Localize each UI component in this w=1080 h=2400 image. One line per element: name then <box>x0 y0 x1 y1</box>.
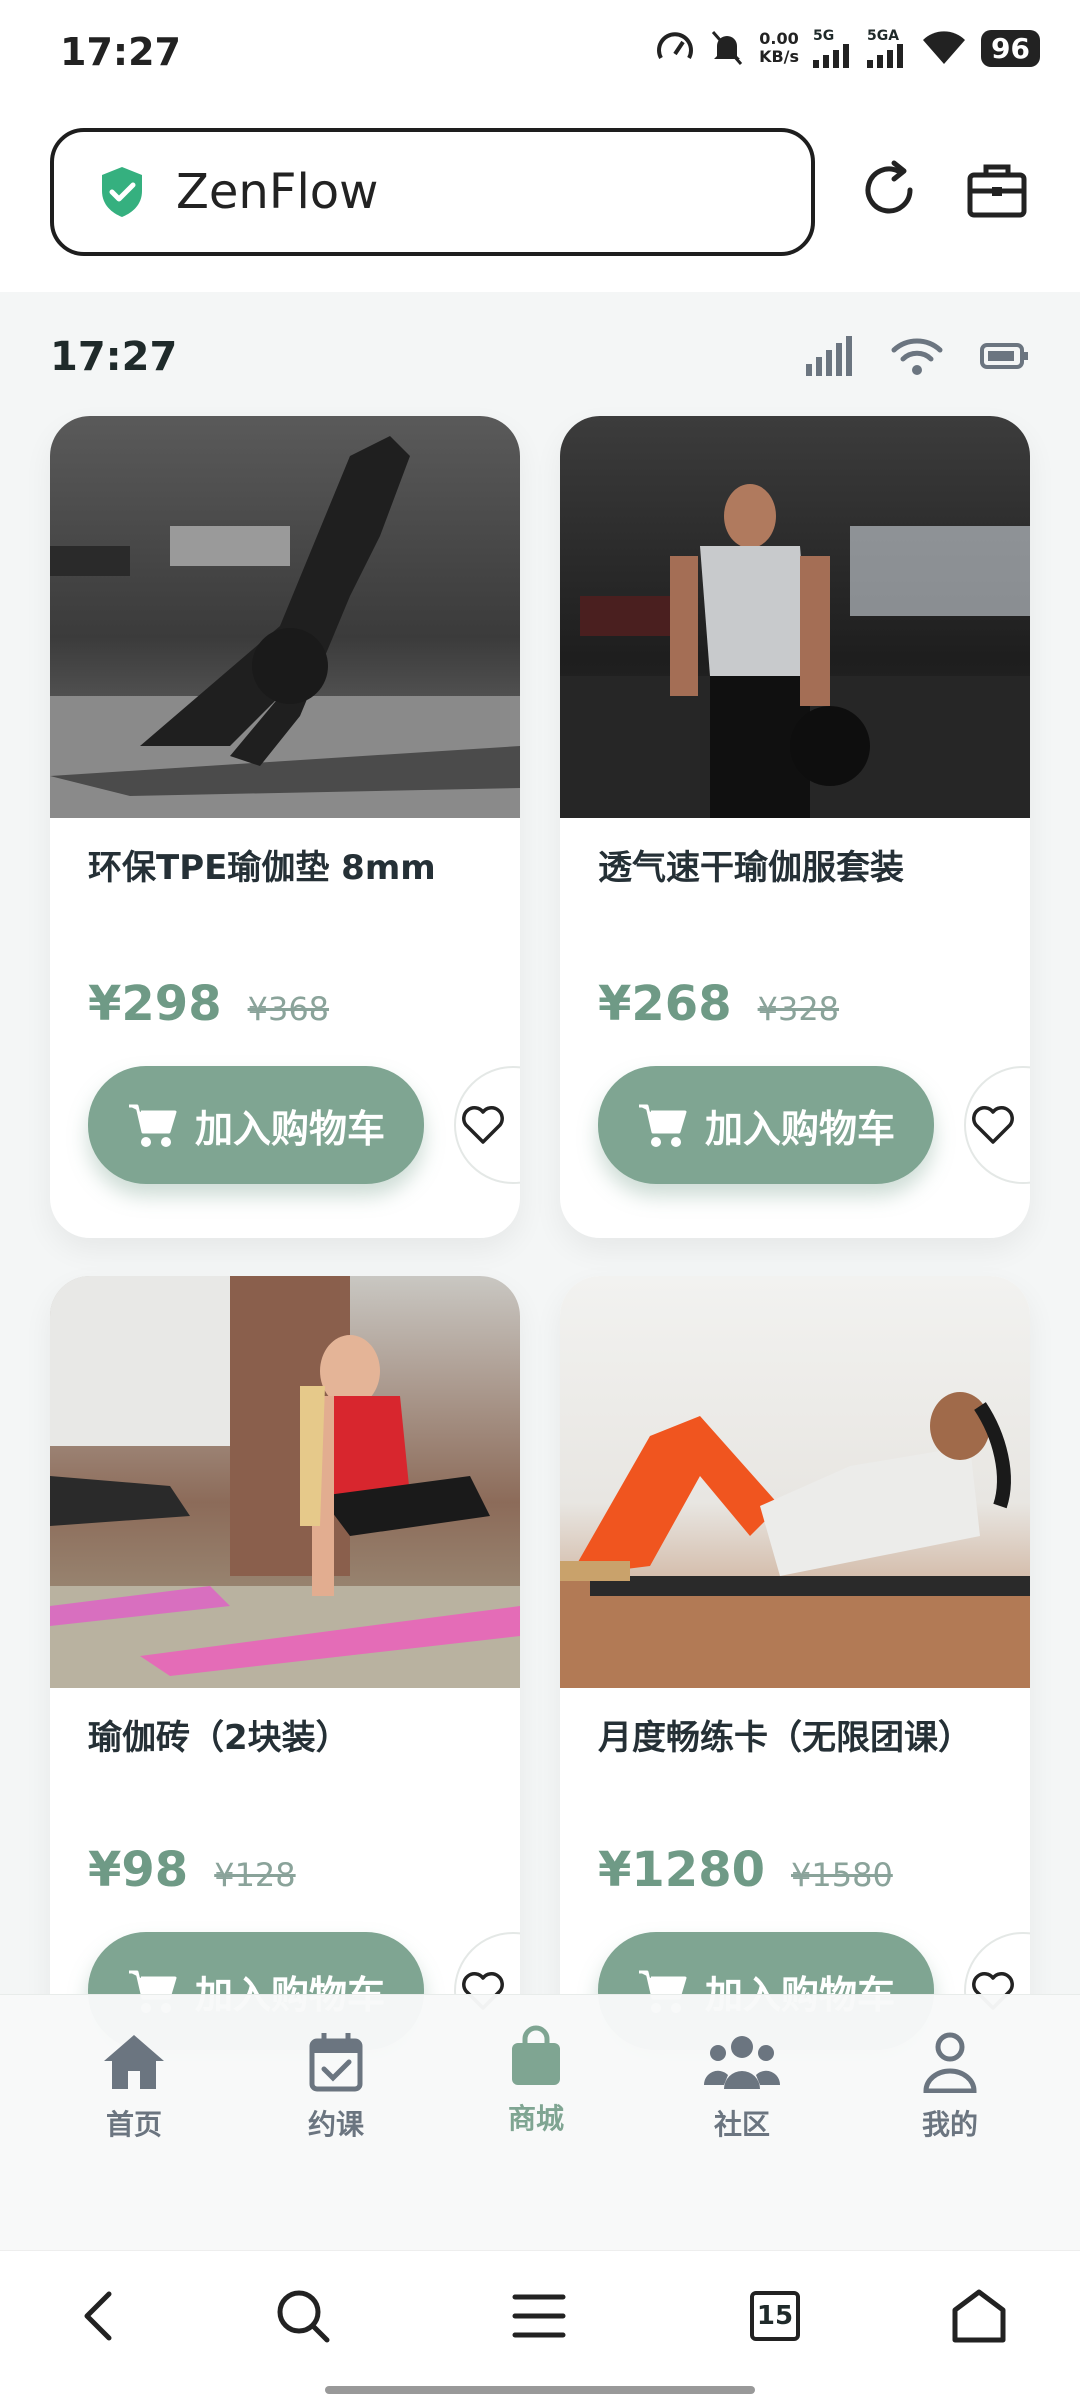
product-title: 月度畅练卡（无限团课） <box>598 1718 972 1758</box>
nav-label: 商城 <box>507 2102 564 2135</box>
app-bottom-nav: 首页 约课 商城 社区 我的 <box>0 1994 1080 2250</box>
app-status-bar: 17:27 <box>0 292 1080 422</box>
net-speed: 0.00 KB/s <box>759 29 800 66</box>
wifi-icon <box>923 31 966 64</box>
yoga-pose-image <box>50 436 520 818</box>
product-old-price: ¥368 <box>247 990 330 1028</box>
product-image <box>50 416 520 818</box>
chevron-left-icon <box>84 2291 112 2341</box>
nav-label: 首页 <box>105 2108 162 2141</box>
home-outline-icon <box>952 2289 1006 2343</box>
signal-icon <box>813 44 850 68</box>
heart-icon <box>462 1106 504 1144</box>
fitness-class-image <box>50 1276 520 1688</box>
system-icons: 0.00 KB/s 5G 5GA 96 <box>655 28 1040 68</box>
toolbox-icon <box>967 164 1027 218</box>
product-price: ¥268 <box>598 976 732 1032</box>
product-image <box>560 1276 1030 1688</box>
url-title: ZenFlow <box>176 164 379 220</box>
product-old-price: ¥328 <box>757 990 840 1028</box>
sim1-signal: 5G <box>813 28 853 68</box>
cart-icon <box>638 1104 687 1147</box>
url-bar[interactable]: ZenFlow <box>50 128 815 256</box>
nav-item-home[interactable]: 首页 <box>64 2031 204 2143</box>
calendar-check-icon <box>309 2033 363 2092</box>
reload-icon <box>865 160 913 214</box>
home-button[interactable] <box>944 2281 1014 2351</box>
app-viewport: 17:27 环保TPE瑜伽垫 8mm ¥298 ¥368 加入购物车 透气速干瑜… <box>0 292 1080 2250</box>
cart-icon <box>128 1104 177 1147</box>
add-to-cart-button[interactable]: 加入购物车 <box>598 1066 934 1184</box>
product-image <box>560 416 1030 818</box>
add-to-cart-label: 加入购物车 <box>194 1106 385 1151</box>
product-title: 透气速干瑜伽服套装 <box>598 848 904 888</box>
add-to-cart-label: 加入购物车 <box>704 1106 895 1151</box>
search-icon <box>277 2290 330 2343</box>
product-card[interactable]: 月度畅练卡（无限团课） ¥1280 ¥1580 加入购物车 <box>560 1276 1030 2098</box>
product-price: ¥98 <box>88 1842 189 1898</box>
add-to-cart-button[interactable]: 加入购物车 <box>88 1066 424 1184</box>
menu-button[interactable] <box>504 2281 574 2351</box>
price-row: ¥298 ¥368 <box>88 976 329 1032</box>
nav-item-profile[interactable]: 我的 <box>880 2031 1020 2143</box>
gym-athlete-image <box>560 484 1030 818</box>
signal-icon <box>806 336 852 376</box>
product-image <box>50 1276 520 1688</box>
product-old-price: ¥1580 <box>791 1856 893 1894</box>
speedometer-icon <box>657 32 693 59</box>
reload-button[interactable] <box>854 155 924 225</box>
back-button[interactable] <box>64 2281 134 2351</box>
product-card[interactable]: 环保TPE瑜伽垫 8mm ¥298 ¥368 加入购物车 <box>50 416 520 1238</box>
browser-toolbar: ZenFlow <box>0 110 1080 290</box>
product-price: ¥1280 <box>598 1842 765 1898</box>
wifi-icon <box>891 338 943 375</box>
users-icon <box>703 2036 781 2089</box>
nav-label: 社区 <box>713 2108 770 2141</box>
home-icon <box>104 2035 164 2089</box>
system-time: 17:27 <box>60 30 181 74</box>
product-price: ¥298 <box>88 976 222 1032</box>
system-status-bar: 17:27 0.00 KB/s 5G 5GA 96 <box>0 0 1080 110</box>
user-icon <box>923 2032 977 2094</box>
product-card[interactable]: 瑜伽砖（2块装） ¥98 ¥128 加入购物车 <box>50 1276 520 2098</box>
search-button[interactable] <box>268 2281 338 2351</box>
product-grid: 环保TPE瑜伽垫 8mm ¥298 ¥368 加入购物车 透气速干瑜伽服套装 ¥… <box>50 416 1030 2250</box>
browser-bottom-bar: 15 <box>0 2250 1080 2400</box>
nav-label: 我的 <box>921 2108 978 2141</box>
bell-muted-icon <box>711 31 743 65</box>
favorite-button[interactable] <box>454 1066 520 1184</box>
battery-icon <box>980 343 1028 369</box>
battery-indicator: 96 <box>981 29 1040 67</box>
product-title: 瑜伽砖（2块装） <box>88 1718 350 1758</box>
nav-item-booking[interactable]: 约课 <box>266 2031 406 2143</box>
nav-label: 约课 <box>307 2108 364 2141</box>
product-title: 环保TPE瑜伽垫 8mm <box>88 848 436 888</box>
shield-check-icon <box>102 167 142 217</box>
shopping-bag-icon <box>512 2025 560 2085</box>
product-card[interactable]: 透气速干瑜伽服套装 ¥268 ¥328 加入购物车 <box>560 416 1030 1238</box>
price-row: ¥98 ¥128 <box>88 1842 296 1898</box>
tabs-button[interactable]: 15 <box>740 2281 810 2351</box>
home-indicator[interactable] <box>325 2386 755 2394</box>
sim2-signal: 5GA <box>867 28 907 68</box>
tab-count: 15 <box>750 2291 800 2341</box>
signal-icon <box>867 44 904 68</box>
nav-item-community[interactable]: 社区 <box>672 2031 812 2143</box>
product-old-price: ¥128 <box>214 1856 296 1894</box>
favorite-button[interactable] <box>964 1066 1030 1184</box>
nav-item-shop[interactable]: 商城 <box>466 2025 606 2137</box>
price-row: ¥1280 ¥1580 <box>598 1842 893 1898</box>
situp-exercise-image <box>560 1392 1030 1688</box>
price-row: ¥268 ¥328 <box>598 976 839 1032</box>
app-time: 17:27 <box>50 334 178 380</box>
heart-icon <box>972 1106 1014 1144</box>
toolbox-button[interactable] <box>962 155 1032 225</box>
menu-icon <box>512 2294 566 2338</box>
